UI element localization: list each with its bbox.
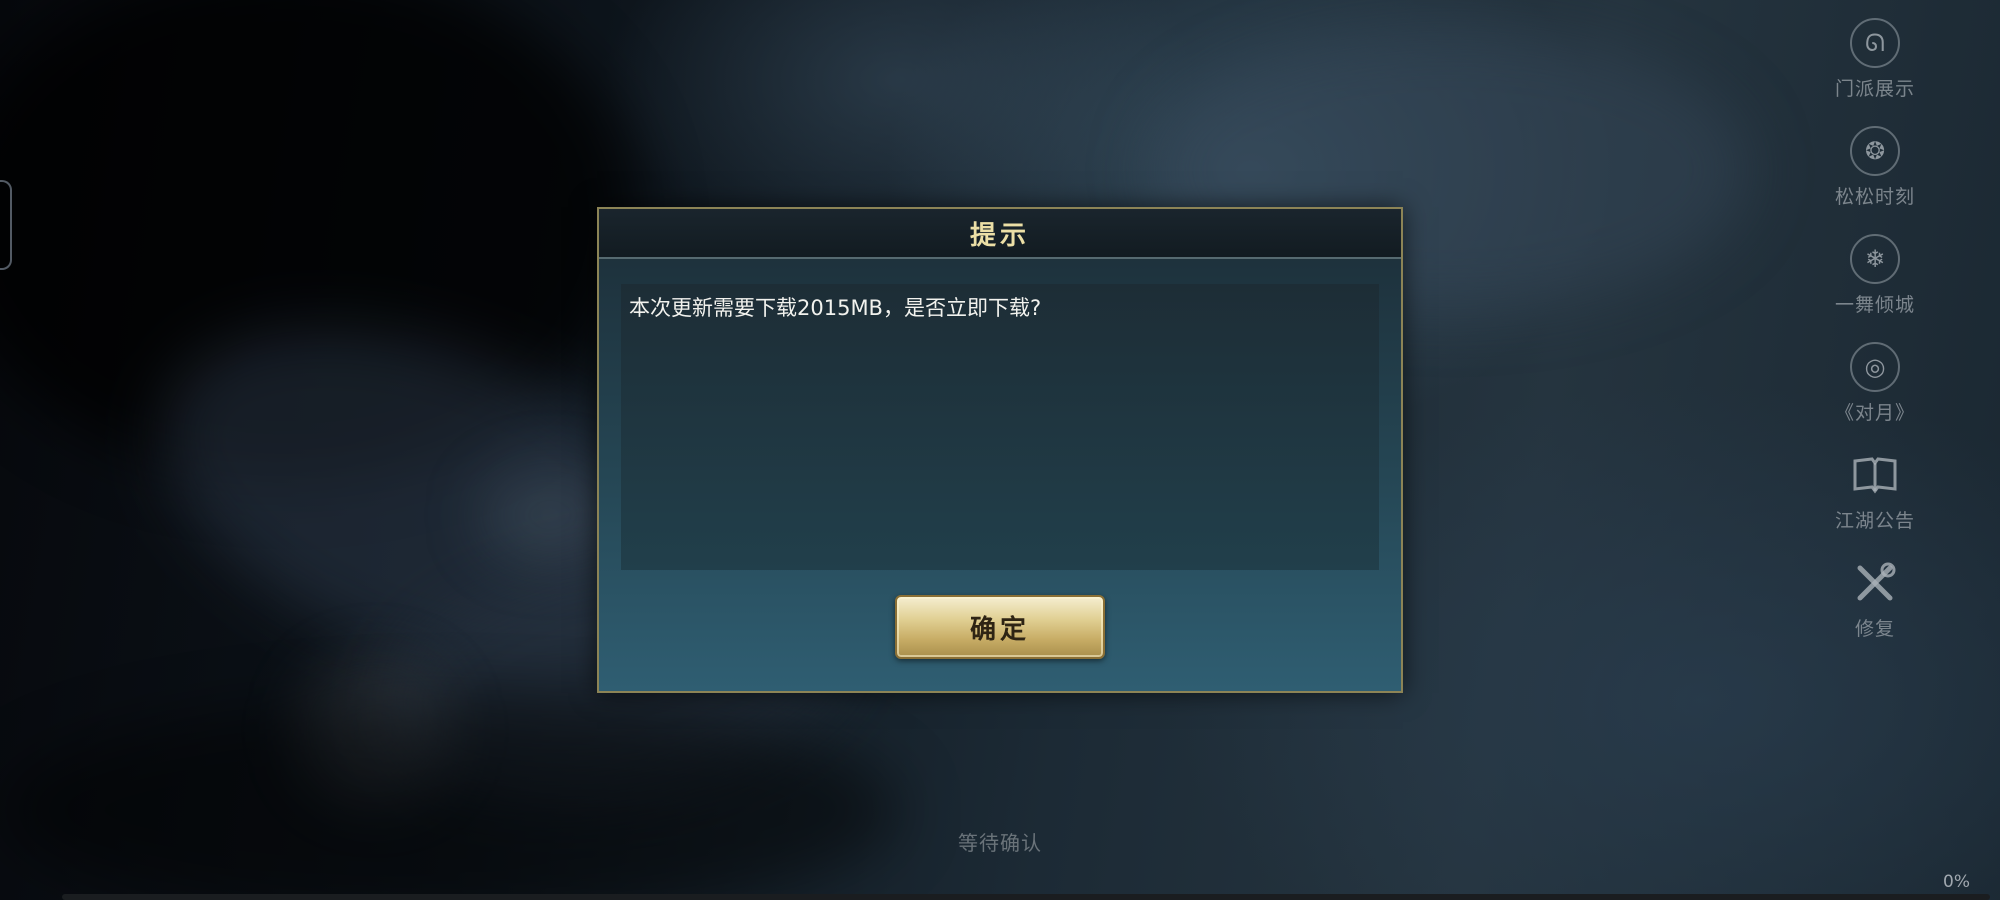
side-item-song-moment[interactable]: ❂ 松松时刻 bbox=[1820, 126, 1930, 234]
dialog-title: 提示 bbox=[969, 220, 1030, 251]
progress-percent: 0% bbox=[1943, 872, 1970, 892]
dialog-header: 提示 bbox=[599, 209, 1401, 259]
side-item-label: 门派展示 bbox=[1834, 78, 1915, 100]
wrench-icon bbox=[1850, 558, 1900, 608]
status-text: 等待确认 bbox=[958, 831, 1042, 855]
pinecone-icon: ❂ bbox=[1850, 126, 1900, 176]
download-progress-bar bbox=[62, 894, 1990, 900]
side-item-sect-showcase[interactable]: ᘏ 门派展示 bbox=[1820, 18, 1930, 126]
side-item-label: 一舞倾城 bbox=[1834, 294, 1915, 316]
left-edge-handle bbox=[0, 180, 12, 270]
side-item-to-the-moon[interactable]: ◎ 《对月》 bbox=[1820, 342, 1930, 450]
side-item-repair[interactable]: 修复 bbox=[1820, 558, 1930, 666]
confirm-button[interactable]: 确定 bbox=[895, 595, 1105, 659]
open-book-icon bbox=[1850, 450, 1900, 500]
side-item-label: 江湖公告 bbox=[1834, 510, 1915, 532]
side-item-announcements[interactable]: 江湖公告 bbox=[1820, 450, 1930, 558]
sect-swirl-icon: ᘏ bbox=[1850, 18, 1900, 68]
side-item-label: 修复 bbox=[1854, 618, 1895, 640]
moon-swirl-icon: ◎ bbox=[1850, 342, 1900, 392]
side-item-dance[interactable]: ❄ 一舞倾城 bbox=[1820, 234, 1930, 342]
snowflake-icon: ❄ bbox=[1850, 234, 1900, 284]
side-item-label: 《对月》 bbox=[1834, 402, 1915, 424]
side-item-label: 松松时刻 bbox=[1834, 186, 1915, 208]
side-menu: ᘏ 门派展示 ❂ 松松时刻 ❄ 一舞倾城 ◎ 《对月》 江湖公告 修复 bbox=[1820, 18, 1930, 666]
update-prompt-dialog: 提示 本次更新需要下载2015MB，是否立即下载? 确定 bbox=[597, 207, 1403, 693]
dialog-message: 本次更新需要下载2015MB，是否立即下载? bbox=[629, 296, 1042, 320]
confirm-button-label: 确定 bbox=[969, 614, 1030, 645]
dialog-content-panel: 本次更新需要下载2015MB，是否立即下载? bbox=[621, 284, 1379, 570]
